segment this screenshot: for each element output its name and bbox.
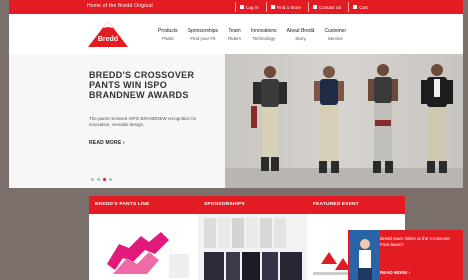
slider-dots	[91, 178, 112, 181]
card-pants-line[interactable]: BREDD'S PANTS LINE	[89, 196, 199, 280]
brand-logo[interactable]: Bredd	[87, 20, 129, 48]
promo-read-more-link[interactable]: READ MORE ›	[380, 270, 410, 275]
card-title: SPONSORSHIPS	[204, 202, 245, 207]
slider-dot[interactable]	[109, 178, 112, 181]
nav-label: Products	[158, 28, 178, 34]
nav-item-products[interactable]: Products Pants	[158, 28, 178, 42]
cart-link[interactable]: Cart	[348, 2, 372, 12]
card-header: BREDD'S PANTS LINE	[89, 196, 199, 214]
hero-read-more-link[interactable]: READ MORE ›	[89, 140, 125, 146]
hero-slider: BREDD'S CROSSOVER PANTS WIN ISPO BRANDNE…	[9, 54, 463, 188]
promo-panel[interactable]: Bredd team riders at the Crossover Pant …	[348, 230, 463, 280]
site-header: Bredd Products Pants Sponsorships Find you…	[9, 14, 463, 54]
nav-sub: Story	[295, 36, 306, 41]
slider-dot[interactable]	[91, 178, 94, 181]
card-image	[198, 214, 308, 280]
rider-figure	[251, 66, 287, 171]
hero-title: BREDD'S CROSSOVER PANTS WIN ISPO BRANDNE…	[89, 70, 195, 100]
nav-label: Customer	[324, 28, 347, 34]
nav-label: Innovations	[251, 28, 277, 34]
card-image	[89, 214, 199, 280]
slider-dot-active[interactable]	[103, 178, 106, 181]
contact-link[interactable]: Contact Us	[308, 2, 345, 12]
nav-label: Team	[228, 28, 241, 34]
apparel-rack-graphic	[198, 214, 308, 280]
login-label: Log In	[246, 4, 259, 10]
card-header: FEATURED EVENT	[307, 196, 405, 214]
store-locator-link[interactable]: Find a Store	[265, 2, 306, 12]
hero-photo-riders	[225, 54, 463, 188]
card-title: BREDD'S PANTS LINE	[95, 202, 150, 207]
main-nav: Products Pants Sponsorships Find your Fit …	[158, 28, 346, 42]
pin-icon	[270, 5, 275, 9]
nav-sub: Riders	[228, 36, 242, 41]
mail-icon	[313, 5, 318, 9]
cart-icon	[353, 5, 358, 9]
rider-figure	[421, 64, 453, 173]
top-links: Log In Find a Store Contact Us Cart	[235, 2, 372, 12]
runners-graphic	[89, 214, 199, 280]
card-sponsorships[interactable]: SPONSORSHIPS	[198, 196, 308, 280]
top-bar: Home of the Bredd Original Log In Find a…	[9, 0, 463, 14]
cart-label: Cart	[359, 4, 368, 10]
rider-figure	[314, 66, 344, 173]
page: Home of the Bredd Original Log In Find a…	[9, 0, 463, 280]
nav-sub: Service	[327, 36, 343, 41]
riders-illustration	[251, 64, 453, 173]
rider-figure	[368, 64, 398, 173]
promo-text: Bredd team riders at the Crossover Pant …	[380, 236, 451, 247]
hero-read-more-label: READ MORE	[89, 140, 122, 146]
promo-read-more-label: READ MORE	[380, 270, 408, 275]
card-title: FEATURED EVENT	[313, 202, 359, 207]
user-icon	[240, 5, 244, 9]
logo-peak-icon	[103, 21, 113, 28]
promo-photo	[350, 230, 380, 280]
nav-item-customer[interactable]: Customer Service	[324, 28, 346, 42]
nav-item-team[interactable]: Team Riders	[228, 28, 241, 42]
store-locator-label: Find a Store	[276, 4, 302, 10]
nav-sub: Technology	[252, 36, 276, 41]
hero-body: The pants received ISPO BRANDNEW recogni…	[89, 116, 197, 127]
nav-sub: Pants	[162, 36, 174, 41]
card-header: SPONSORSHIPS	[198, 196, 308, 214]
slider-dot[interactable]	[97, 178, 100, 181]
logo-text: Bredd	[98, 36, 118, 43]
nav-sub: Find your Fit	[190, 36, 216, 41]
nav-item-about[interactable]: About Bredd Story	[287, 28, 315, 42]
nav-item-innovations[interactable]: Innovations Technology	[251, 28, 277, 42]
contact-label: Contact Us	[319, 4, 342, 10]
nav-label: Sponsorships	[187, 28, 219, 34]
hero-text-panel: BREDD'S CROSSOVER PANTS WIN ISPO BRANDNE…	[9, 54, 225, 188]
nav-label: About Bredd	[286, 28, 315, 34]
login-link[interactable]: Log In	[235, 2, 263, 12]
nav-item-sponsorships[interactable]: Sponsorships Find your Fit	[188, 28, 218, 42]
top-tagline: Home of the Bredd Original	[87, 3, 153, 9]
